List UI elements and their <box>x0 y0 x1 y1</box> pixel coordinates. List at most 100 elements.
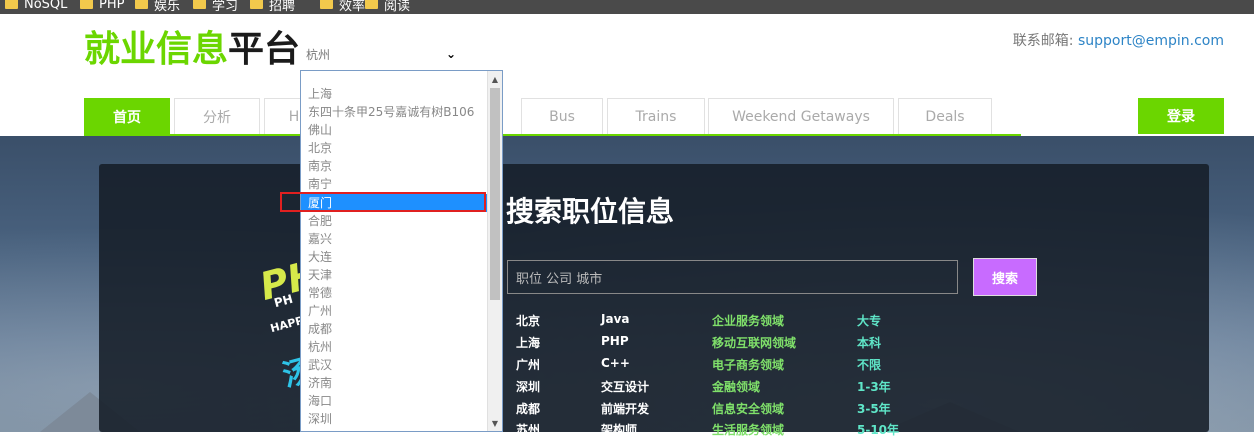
bookmark-jobs[interactable]: 招聘 <box>250 0 296 14</box>
dropdown-option[interactable]: 东四十条甲25号嘉诚有树B106 <box>301 103 487 121</box>
filter-domain[interactable]: 企业服务领域 <box>712 312 784 329</box>
filter-experience[interactable]: 本科 <box>857 334 881 351</box>
search-button-label: 搜索 <box>991 271 1018 287</box>
tab-label: 首页 <box>113 109 141 126</box>
dropdown-option[interactable]: 大连 <box>301 248 487 266</box>
filter-language[interactable]: 交互设计 <box>601 378 649 395</box>
contact-email-link[interactable]: support@empin.com <box>1078 33 1224 49</box>
tab-home[interactable]: 首页 <box>84 98 170 134</box>
tab-label: Weekend Getaways <box>732 108 870 125</box>
city-select-value: 杭州 <box>306 47 331 62</box>
bookmark-reading[interactable]: 阅读 <box>365 0 411 14</box>
filter-language[interactable]: Java <box>601 312 629 326</box>
search-title: 搜索职位信息 <box>506 195 675 228</box>
folder-icon <box>365 0 378 9</box>
bookmark-label: 效率 <box>339 0 366 14</box>
filter-experience[interactable]: 1-3年 <box>857 378 891 395</box>
bookmark-study[interactable]: 学习 <box>193 0 239 14</box>
bookmark-nosql[interactable]: NoSQL <box>5 0 67 13</box>
dropdown-scrollbar[interactable]: ▲ ▼ <box>487 71 502 431</box>
bookmark-label: 学习 <box>212 0 239 14</box>
dropdown-option[interactable]: 南京 <box>301 157 487 175</box>
search-placeholder: 职位 公司 城市 <box>516 271 603 287</box>
dropdown-option[interactable]: 上海 <box>301 85 487 103</box>
bookmark-label: 阅读 <box>384 0 411 14</box>
bookmarks-bar: NoSQL PHP 娱乐 学习 招聘 效率 阅读 <box>0 0 1254 14</box>
dropdown-option[interactable]: 广州 <box>301 302 487 320</box>
filter-city[interactable]: 苏州 <box>516 421 540 438</box>
dropdown-option[interactable]: 深圳 <box>301 410 487 428</box>
filter-domain[interactable]: 移动互联网领域 <box>712 334 796 351</box>
filter-experience[interactable]: 大专 <box>857 312 881 329</box>
dropdown-option[interactable]: 济南 <box>301 374 487 392</box>
dropdown-option[interactable]: 北京 <box>301 139 487 157</box>
folder-icon <box>135 0 148 9</box>
dropdown-option[interactable]: 合肥 <box>301 212 487 230</box>
tab-label: Deals <box>925 108 965 125</box>
dropdown-option[interactable]: 武汉 <box>301 356 487 374</box>
tab-analysis[interactable]: 分析 <box>174 98 260 134</box>
logo-green-text: 就业信息 <box>84 29 229 70</box>
scroll-up-arrow-icon[interactable]: ▲ <box>488 72 502 86</box>
bookmark-label: PHP <box>99 0 125 12</box>
bookmark-label: NoSQL <box>24 0 68 12</box>
search-button[interactable]: 搜索 <box>973 258 1037 296</box>
folder-icon <box>320 0 333 9</box>
filter-experience[interactable]: 不限 <box>857 356 881 373</box>
filter-experience[interactable]: 3-5年 <box>857 400 891 417</box>
tab-label: Bus <box>549 108 575 125</box>
login-button[interactable]: 登录 <box>1138 98 1224 134</box>
bookmark-php[interactable]: PHP <box>80 0 124 13</box>
dropdown-option[interactable]: 常德 <box>301 284 487 302</box>
chevron-down-icon: ⌄ <box>445 47 456 61</box>
filter-city[interactable]: 上海 <box>516 334 540 351</box>
dropdown-option[interactable]: 海口 <box>301 392 487 410</box>
tab-bus[interactable]: Bus <box>521 98 603 134</box>
dropdown-option[interactable]: 嘉兴 <box>301 230 487 248</box>
filter-domain[interactable]: 金融领域 <box>712 378 760 395</box>
dropdown-option[interactable]: 成都 <box>301 320 487 338</box>
bookmark-label: 娱乐 <box>154 0 181 14</box>
dropdown-option[interactable]: 南宁 <box>301 175 487 193</box>
folder-icon <box>250 0 263 9</box>
filter-experience[interactable]: 5-10年 <box>857 421 899 438</box>
highlight-box <box>280 192 486 212</box>
php-happy-image: PH PH HAPP 汤 <box>230 230 324 430</box>
contact-info: 联系邮箱: support@empin.com <box>1013 30 1224 50</box>
dropdown-option[interactable]: 天津 <box>301 266 487 284</box>
php-art-text: PH <box>272 291 295 311</box>
city-select[interactable]: 杭州 ⌄ <box>306 43 460 65</box>
folder-icon <box>5 0 18 9</box>
tab-label: 分析 <box>203 109 231 126</box>
tab-weekend-getaways[interactable]: Weekend Getaways <box>708 98 894 134</box>
bookmark-label: 招聘 <box>269 0 296 14</box>
scrollbar-thumb[interactable] <box>490 88 500 300</box>
filter-city[interactable]: 广州 <box>516 356 540 373</box>
filter-domain[interactable]: 生活服务领域 <box>712 421 784 438</box>
filter-domain[interactable]: 信息安全领域 <box>712 400 784 417</box>
tab-label: H <box>288 108 300 125</box>
folder-icon <box>80 0 93 9</box>
dropdown-option[interactable]: 杭州 <box>301 338 487 356</box>
folder-icon <box>193 0 206 9</box>
tab-label: Trains <box>635 108 677 125</box>
contact-label: 联系邮箱: <box>1012 33 1074 49</box>
filter-city[interactable]: 北京 <box>516 312 540 329</box>
bookmark-entertainment[interactable]: 娱乐 <box>135 0 181 14</box>
dropdown-option[interactable]: 佛山 <box>301 121 487 139</box>
filter-city[interactable]: 成都 <box>516 400 540 417</box>
filter-language[interactable]: 前端开发 <box>601 400 649 417</box>
login-label: 登录 <box>1167 109 1195 125</box>
tab-deals[interactable]: Deals <box>898 98 992 134</box>
filter-language[interactable]: PHP <box>601 334 629 348</box>
filter-language[interactable]: C++ <box>601 356 630 370</box>
site-logo[interactable]: 就业信息平台 <box>84 28 300 72</box>
tab-trains[interactable]: Trains <box>607 98 705 134</box>
filter-language[interactable]: 架构师 <box>601 421 637 438</box>
bookmark-efficiency[interactable]: 效率 <box>320 0 366 14</box>
scroll-down-arrow-icon[interactable]: ▼ <box>488 416 502 430</box>
filter-city[interactable]: 深圳 <box>516 378 540 395</box>
city-dropdown-list[interactable]: 上海 东四十条甲25号嘉诚有树B106 佛山 北京 南京 南宁 厦门 合肥 嘉兴… <box>300 70 503 432</box>
filter-domain[interactable]: 电子商务领域 <box>712 356 784 373</box>
search-input[interactable]: 职位 公司 城市 <box>507 260 958 294</box>
